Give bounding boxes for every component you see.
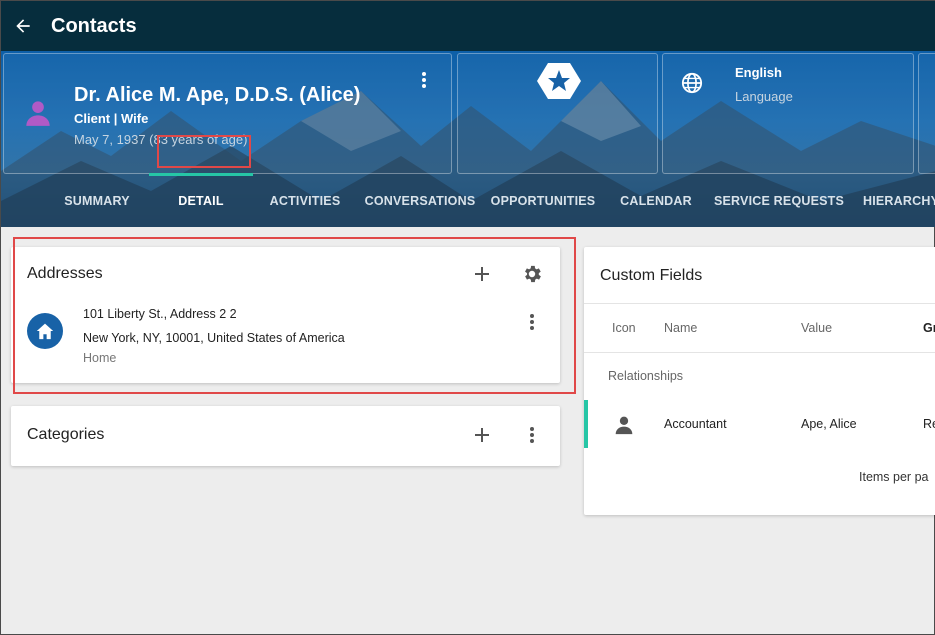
contact-role: Client | Wife: [74, 111, 149, 126]
tab-activities[interactable]: ACTIVITIES: [265, 175, 345, 227]
more-vert-icon[interactable]: [414, 68, 434, 92]
custom-fields-panel: Custom Fields Icon Name Value Gr Relatio…: [584, 247, 935, 515]
categories-panel: Categories: [11, 406, 560, 466]
relationship-value: Ape, Alice: [801, 417, 857, 431]
app-bar: Contacts: [1, 1, 935, 51]
relationship-group: Re: [923, 417, 935, 431]
active-tab-indicator: [149, 173, 253, 176]
person-icon: [26, 101, 50, 126]
tab-conversations[interactable]: CONVERSATIONS: [361, 175, 479, 227]
language-card: English Language: [662, 53, 914, 174]
rank-card: [457, 53, 658, 174]
tab-hierarchy[interactable]: HIERARCHY: [863, 175, 935, 227]
column-header-group[interactable]: Gr: [923, 321, 935, 335]
column-header-name[interactable]: Name: [664, 321, 697, 335]
row-accent: [584, 400, 588, 448]
tab-bar: SUMMARY DETAIL ACTIVITIES CONVERSATIONS …: [1, 175, 935, 227]
add-category-button[interactable]: [469, 422, 495, 448]
category-more-button[interactable]: [519, 422, 545, 448]
app-title: Contacts: [51, 14, 137, 37]
tab-calendar[interactable]: CALENDAR: [615, 175, 697, 227]
detail-tab-highlight: [157, 135, 251, 168]
language-label: Language: [735, 89, 793, 104]
extra-card: [918, 53, 935, 174]
tab-detail[interactable]: DETAIL: [149, 175, 253, 227]
language-value: English: [735, 65, 782, 80]
column-header-icon[interactable]: Icon: [612, 321, 636, 335]
divider: [584, 303, 935, 304]
categories-title: Categories: [27, 426, 105, 443]
plus-icon: [475, 428, 489, 442]
tab-summary[interactable]: SUMMARY: [59, 175, 135, 227]
tab-service-requests[interactable]: SERVICE REQUESTS: [713, 175, 845, 227]
star-hexagon-icon: [537, 63, 581, 99]
column-header-value[interactable]: Value: [801, 321, 832, 335]
tab-opportunities[interactable]: OPPORTUNITIES: [489, 175, 597, 227]
person-icon: [615, 416, 633, 435]
relationship-name[interactable]: Accountant: [664, 417, 727, 431]
divider: [584, 352, 935, 353]
group-label: Relationships: [608, 369, 684, 383]
contact-name: Dr. Alice M. Ape, D.D.S. (Alice): [74, 84, 361, 106]
items-per-page-label: Items per pa: [859, 470, 929, 484]
back-arrow-icon[interactable]: [5, 8, 41, 44]
contact-header: Dr. Alice M. Ape, D.D.S. (Alice) Client …: [1, 51, 935, 227]
globe-icon: [681, 72, 703, 94]
custom-fields-title: Custom Fields: [600, 267, 703, 284]
addresses-highlight: [13, 237, 576, 394]
more-vert-icon: [530, 427, 534, 443]
